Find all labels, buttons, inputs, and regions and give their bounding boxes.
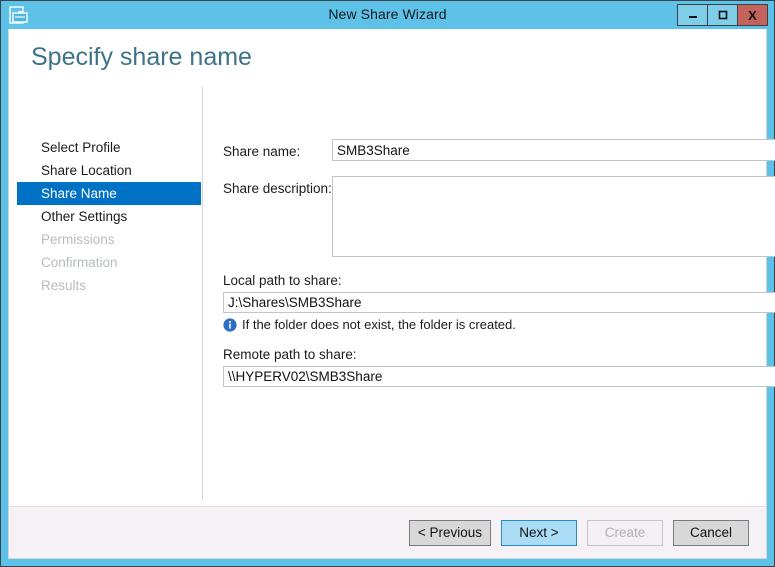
sidebar-item-permissions: Permissions [17,228,201,251]
sidebar-item-share-name[interactable]: Share Name [17,182,201,205]
share-folder-icon [9,5,29,25]
nav-form-divider [202,87,203,500]
info-icon [223,318,237,332]
close-icon: X [748,8,757,23]
sidebar-item-other-settings[interactable]: Other Settings [17,205,201,228]
sidebar-item-select-profile[interactable]: Select Profile [17,136,201,159]
sidebar-item-results: Results [17,274,201,297]
sidebar-item-confirmation: Confirmation [17,251,201,274]
next-button[interactable]: Next > [501,520,577,546]
new-share-wizard-window: New Share Wizard X Specify share name [0,0,775,567]
wizard-footer: < Previous Next > Create Cancel [9,506,766,558]
local-path-hint: If the folder does not exist, the folder… [223,317,516,332]
share-name-label: Share name: [223,144,300,159]
maximize-button[interactable] [707,4,738,26]
wizard-body: Select Profile Share Location Share Name… [9,87,766,500]
local-path-label: Local path to share: [223,273,342,288]
window-title: New Share Wizard [1,6,774,22]
wizard-form-pane: Share name: Share description: Local pat… [202,87,766,500]
sidebar-item-share-location[interactable]: Share Location [17,159,201,182]
remote-path-label: Remote path to share: [223,347,357,362]
share-name-input[interactable] [332,139,775,161]
page-title: Specify share name [31,43,252,72]
minimize-button[interactable] [677,4,708,26]
remote-path-input[interactable] [223,366,775,387]
dialog-client-area: Specify share name Select Profile Share … [8,29,767,559]
share-description-label: Share description: [223,181,332,196]
close-button[interactable]: X [737,4,768,26]
share-description-textarea[interactable] [332,176,775,257]
cancel-button[interactable]: Cancel [673,520,749,546]
previous-button[interactable]: < Previous [409,520,491,546]
title-bar[interactable]: New Share Wizard X [1,1,774,29]
local-path-input[interactable] [223,292,775,313]
local-path-hint-text: If the folder does not exist, the folder… [242,317,516,332]
window-controls: X [678,4,768,26]
create-button: Create [587,520,663,546]
wizard-step-nav: Select Profile Share Location Share Name… [9,87,202,500]
